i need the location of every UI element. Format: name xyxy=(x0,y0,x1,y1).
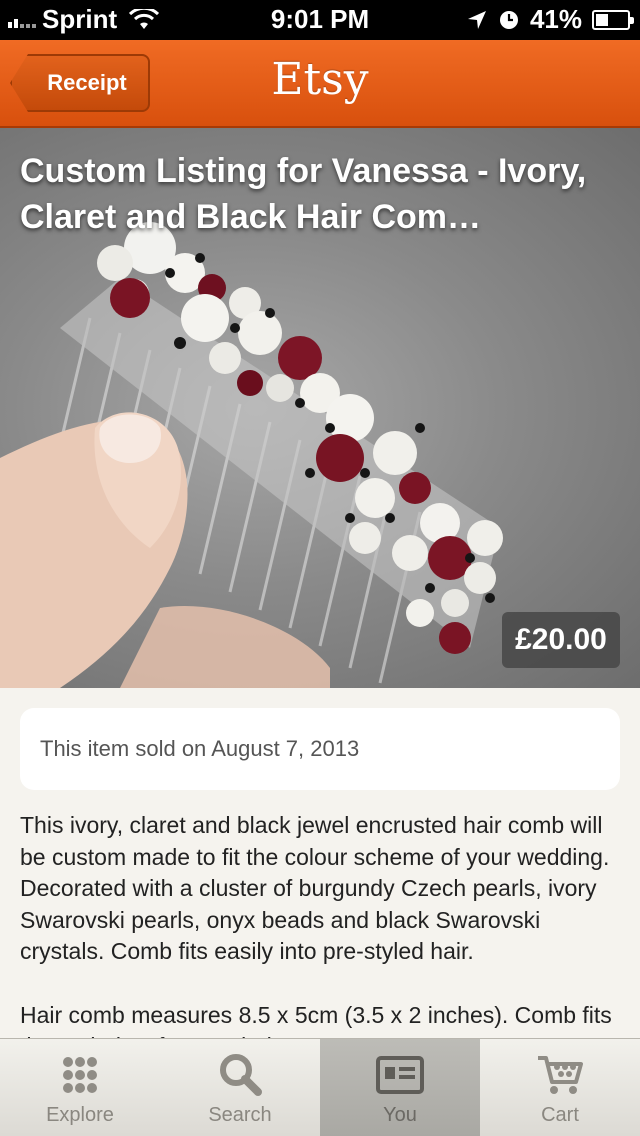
price-badge: £20.00 xyxy=(502,612,620,668)
tab-cart[interactable]: Cart xyxy=(480,1039,640,1136)
status-right: 41% xyxy=(466,4,634,35)
battery-level xyxy=(596,13,609,26)
sold-notice: This item sold on August 7, 2013 xyxy=(20,708,620,790)
tab-explore[interactable]: Explore xyxy=(0,1039,160,1136)
tab-bar: Explore Search You Cart xyxy=(0,1038,640,1136)
location-arrow-icon xyxy=(467,10,486,29)
battery-percent: 41% xyxy=(529,4,582,34)
battery-icon xyxy=(592,9,634,30)
grid-icon xyxy=(63,1057,97,1093)
listing-title: Custom Listing for Vanessa - Ivory, Clar… xyxy=(20,152,587,236)
listing-details: This item sold on August 7, 2013 This iv… xyxy=(0,688,640,1038)
tab-search[interactable]: Search xyxy=(160,1039,320,1136)
tab-search-label: Search xyxy=(208,1104,272,1126)
tab-cart-label: Cart xyxy=(541,1104,579,1126)
listing-hero-image[interactable]: Custom Listing for Vanessa - Ivory, Clar… xyxy=(0,128,640,688)
cart-icon xyxy=(538,1056,583,1094)
alarm-clock-icon xyxy=(499,10,518,29)
tab-explore-label: Explore xyxy=(46,1104,114,1126)
listing-description: This ivory, claret and black jewel encru… xyxy=(20,812,612,1038)
app-logo-title: Etsy xyxy=(271,54,369,105)
navigation-bar: Receipt Etsy xyxy=(0,40,640,128)
id-card-icon xyxy=(376,1056,424,1094)
status-bar: Sprint 9:01 PM 41% xyxy=(0,0,640,40)
tab-you[interactable]: You xyxy=(320,1039,480,1136)
search-icon xyxy=(220,1054,262,1096)
tab-you-label: You xyxy=(383,1104,417,1126)
